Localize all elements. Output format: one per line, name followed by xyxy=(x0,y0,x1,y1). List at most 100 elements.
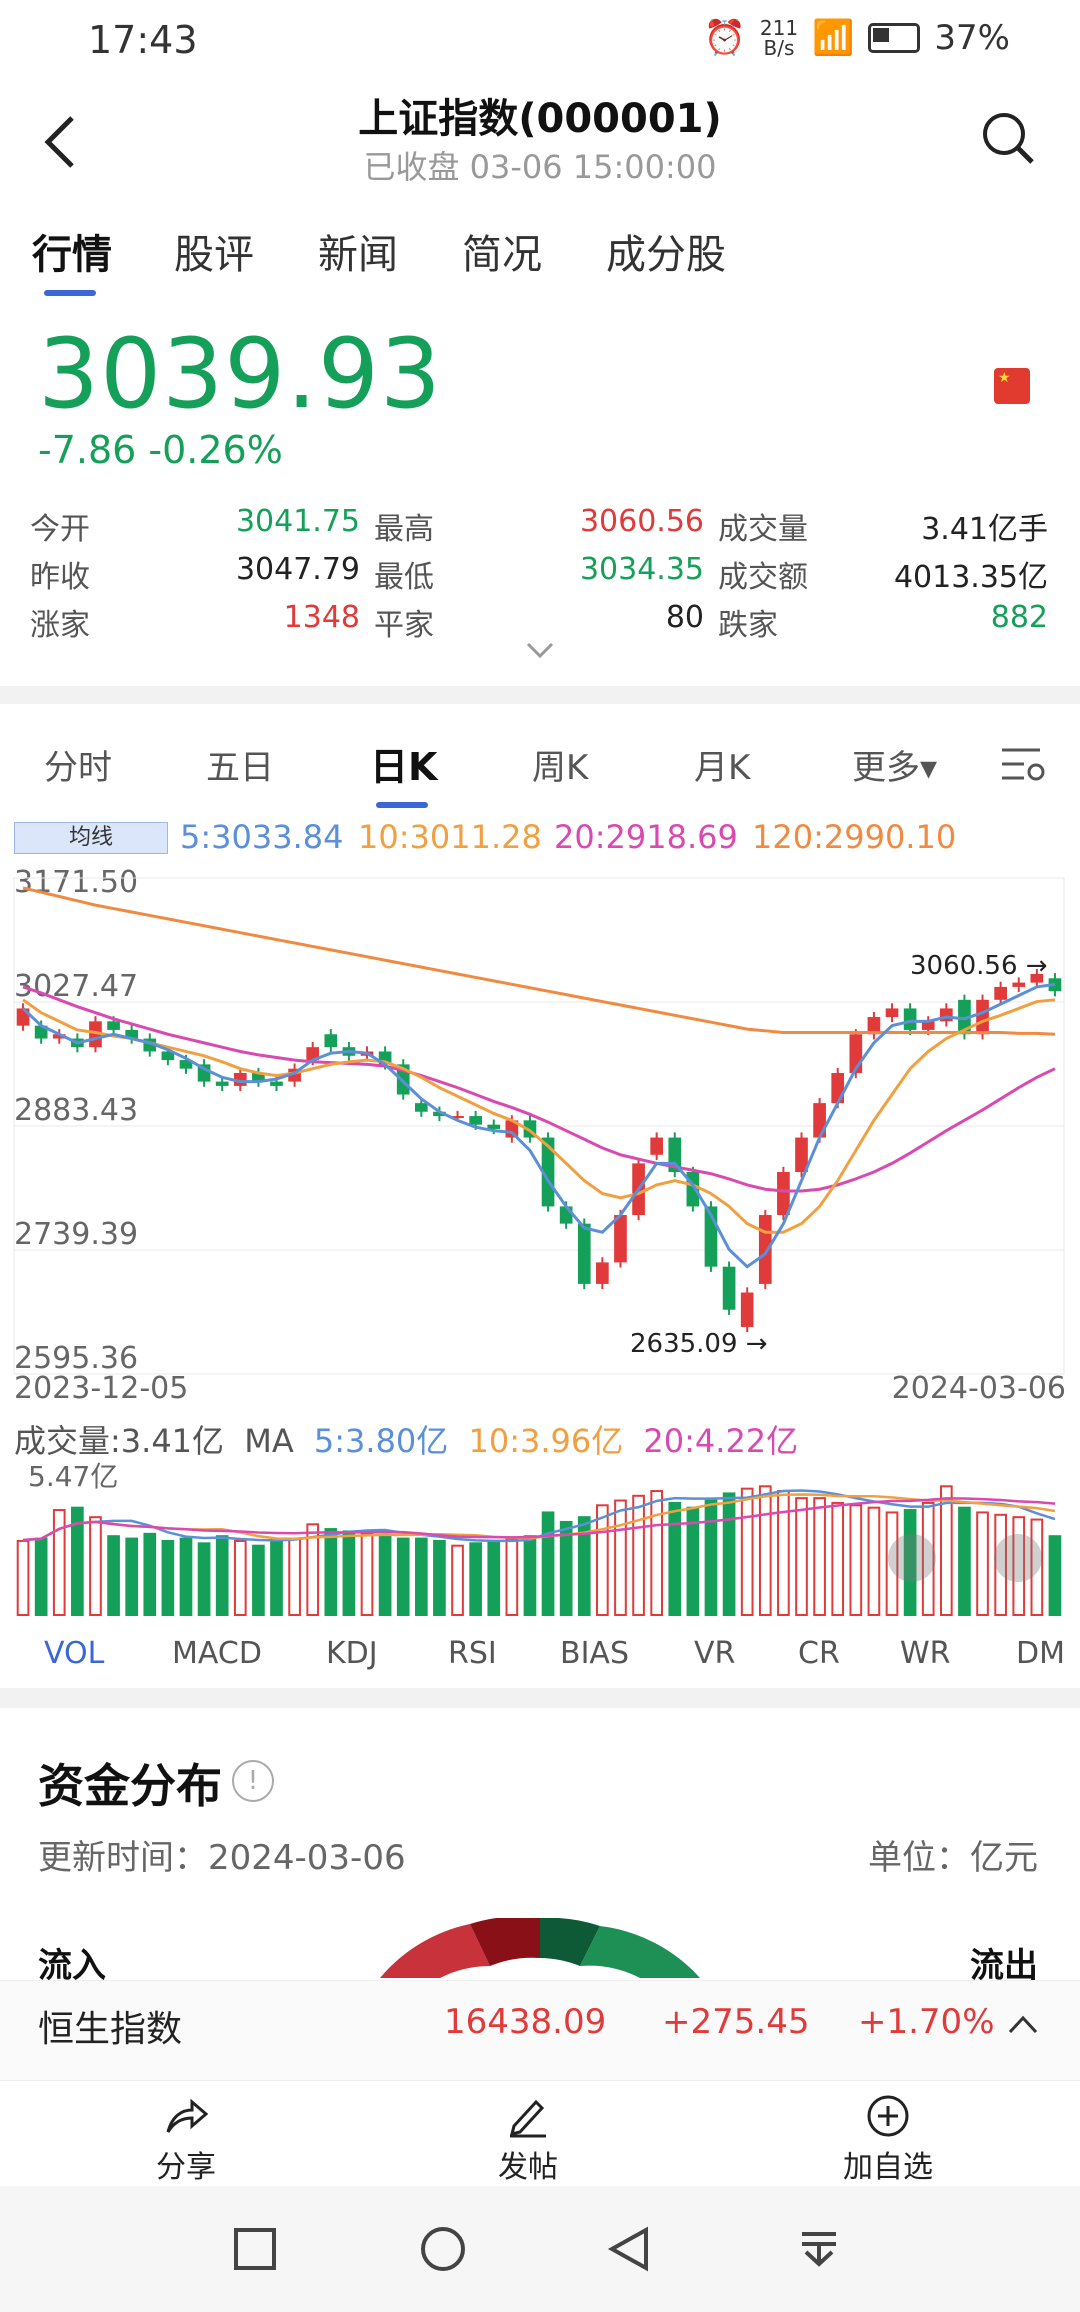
volume-bar xyxy=(487,1539,501,1616)
candle-body xyxy=(650,1137,664,1155)
stat-value: 80 xyxy=(665,600,704,635)
volume-bar xyxy=(324,1528,338,1616)
tab-news[interactable]: 新闻 xyxy=(318,222,398,280)
stat-value: 882 xyxy=(990,600,1048,635)
volume-bar xyxy=(813,1497,826,1616)
candle-body xyxy=(414,1103,428,1112)
tab-intraday[interactable]: 分时 xyxy=(44,740,112,789)
share-label: 分享 xyxy=(156,2150,216,2185)
candle-body xyxy=(686,1171,700,1207)
volume-bar xyxy=(777,1490,790,1616)
stat-value: 3047.79 xyxy=(235,552,360,587)
tab-more[interactable]: 更多▾ xyxy=(852,740,937,789)
y-tick-label: 2739.39 xyxy=(14,1217,138,1252)
period-tabs: 分时 五日 日K 周K 月K 更多▾ xyxy=(0,704,1080,808)
volume-ma10: 10:3.96亿 xyxy=(468,1422,624,1460)
tab-weekly-k[interactable]: 周K xyxy=(532,740,588,789)
update-time: 更新时间：2024-03-06 xyxy=(38,1838,406,1878)
main-tabs: 行情 股评 新闻 简况 成分股 xyxy=(0,210,1080,300)
ma120-line xyxy=(22,886,1056,1036)
recent-apps-icon[interactable] xyxy=(232,2226,278,2272)
ticker-name: 恒生指数 xyxy=(38,2009,183,2050)
fund-donut-chart xyxy=(380,1918,700,1978)
candle-body xyxy=(777,1171,790,1216)
volume-ma5: 5:3.80亿 xyxy=(313,1422,449,1460)
home-icon[interactable] xyxy=(420,2226,466,2272)
stat-label: 跌家 xyxy=(718,608,778,643)
battery-percent: 37% xyxy=(934,18,1010,58)
price-change: -7.86 -0.26% xyxy=(38,428,283,472)
tab-vol[interactable]: VOL xyxy=(44,1636,104,1671)
candle-body xyxy=(722,1266,736,1310)
current-price: 3039.93 xyxy=(38,318,442,430)
tab-kdj[interactable]: KDJ xyxy=(326,1636,378,1671)
china-flag-icon xyxy=(994,368,1030,404)
volume-bar xyxy=(433,1539,446,1616)
volume-bar xyxy=(233,1539,247,1616)
info-icon[interactable]: ! xyxy=(232,1760,274,1802)
back-nav-icon[interactable] xyxy=(606,2226,652,2272)
candle-body xyxy=(976,999,989,1035)
stat-label: 最低 xyxy=(374,560,434,595)
alarm-icon: ⏰ xyxy=(703,18,746,58)
section-divider-2 xyxy=(0,1688,1080,1708)
candle-body xyxy=(469,1116,482,1125)
volume-ma-label: MA xyxy=(244,1422,294,1460)
stats-row: 昨收 3047.79 最低 3034.35 成交额 4013.35亿 xyxy=(0,552,1080,600)
stat-value: 3060.56 xyxy=(579,504,704,539)
tab-monthly-k[interactable]: 月K xyxy=(694,740,750,789)
tab-cr[interactable]: CR xyxy=(798,1636,840,1671)
volume-ma20: 20:4.22亿 xyxy=(643,1422,799,1460)
tab-rsi[interactable]: RSI xyxy=(448,1636,497,1671)
unit-label: 单位：亿元 xyxy=(868,1838,1038,1878)
y-tick-label: 2883.43 xyxy=(14,1093,138,1128)
tab-wr[interactable]: WR xyxy=(900,1636,951,1671)
wifi-icon: 📶 xyxy=(812,18,855,58)
stat-label: 昨收 xyxy=(30,560,90,595)
volume-bar xyxy=(451,1544,464,1616)
system-nav-bar xyxy=(0,2186,1080,2312)
tab-components[interactable]: 成分股 xyxy=(606,222,726,280)
ma120-value: 120:2990.10 xyxy=(752,818,957,856)
volume-bar xyxy=(252,1544,265,1616)
post-button[interactable]: 发帖 xyxy=(448,2094,608,2186)
tab-comments[interactable]: 股评 xyxy=(174,222,254,280)
stat-label: 平家 xyxy=(374,608,434,643)
tab-profile[interactable]: 简况 xyxy=(462,222,542,280)
stat-label: 成交量 xyxy=(718,512,808,547)
search-icon[interactable] xyxy=(980,110,1036,166)
tab-quote[interactable]: 行情 xyxy=(32,222,112,280)
high-annotation: 3060.56 → xyxy=(910,951,1048,981)
volume-bar xyxy=(614,1499,627,1617)
tab-bias[interactable]: BIAS xyxy=(560,1636,629,1671)
volume-bar xyxy=(360,1532,374,1616)
candle-body xyxy=(577,1223,591,1284)
volume-chart[interactable]: 5.47亿 xyxy=(0,1460,1080,1620)
ma20-value: 20:2918.69 xyxy=(554,818,738,856)
chart-settings-icon[interactable] xyxy=(1000,744,1046,784)
scroll-left-button[interactable] xyxy=(888,1534,936,1582)
chevron-down-icon[interactable] xyxy=(526,642,554,660)
volume-bar xyxy=(179,1537,193,1616)
fullscreen-button[interactable] xyxy=(994,1534,1042,1582)
tab-dm[interactable]: DM xyxy=(1016,1636,1065,1671)
status-time: 17:43 xyxy=(88,18,198,62)
volume-bar xyxy=(939,1485,953,1617)
candle-body xyxy=(740,1292,754,1327)
indicator-tabs: VOL MACD KDJ RSI BIAS VR CR WR DM xyxy=(0,1630,1080,1684)
menu-down-icon[interactable] xyxy=(796,2226,842,2272)
chevron-up-icon[interactable] xyxy=(1008,2014,1038,2034)
tab-vr[interactable]: VR xyxy=(694,1636,735,1671)
x-start-label: 2023-12-05 xyxy=(14,1371,188,1400)
candle-body xyxy=(324,1034,338,1048)
ma-values: 5:3033.84 10:3011.28 20:2918.69 120:2990… xyxy=(0,816,1080,860)
candlestick-chart[interactable]: 3171.503027.472883.432739.392595.363060.… xyxy=(0,860,1080,1400)
tab-macd[interactable]: MACD xyxy=(172,1636,262,1671)
volume-bar xyxy=(34,1537,48,1616)
share-button[interactable]: 分享 xyxy=(106,2094,266,2186)
volume-bar xyxy=(958,1506,971,1616)
candle-body xyxy=(270,1081,283,1086)
add-watchlist-button[interactable]: 加自选 xyxy=(808,2094,968,2186)
tab-five-day[interactable]: 五日 xyxy=(206,740,274,789)
tab-daily-k[interactable]: 日K xyxy=(370,736,437,791)
